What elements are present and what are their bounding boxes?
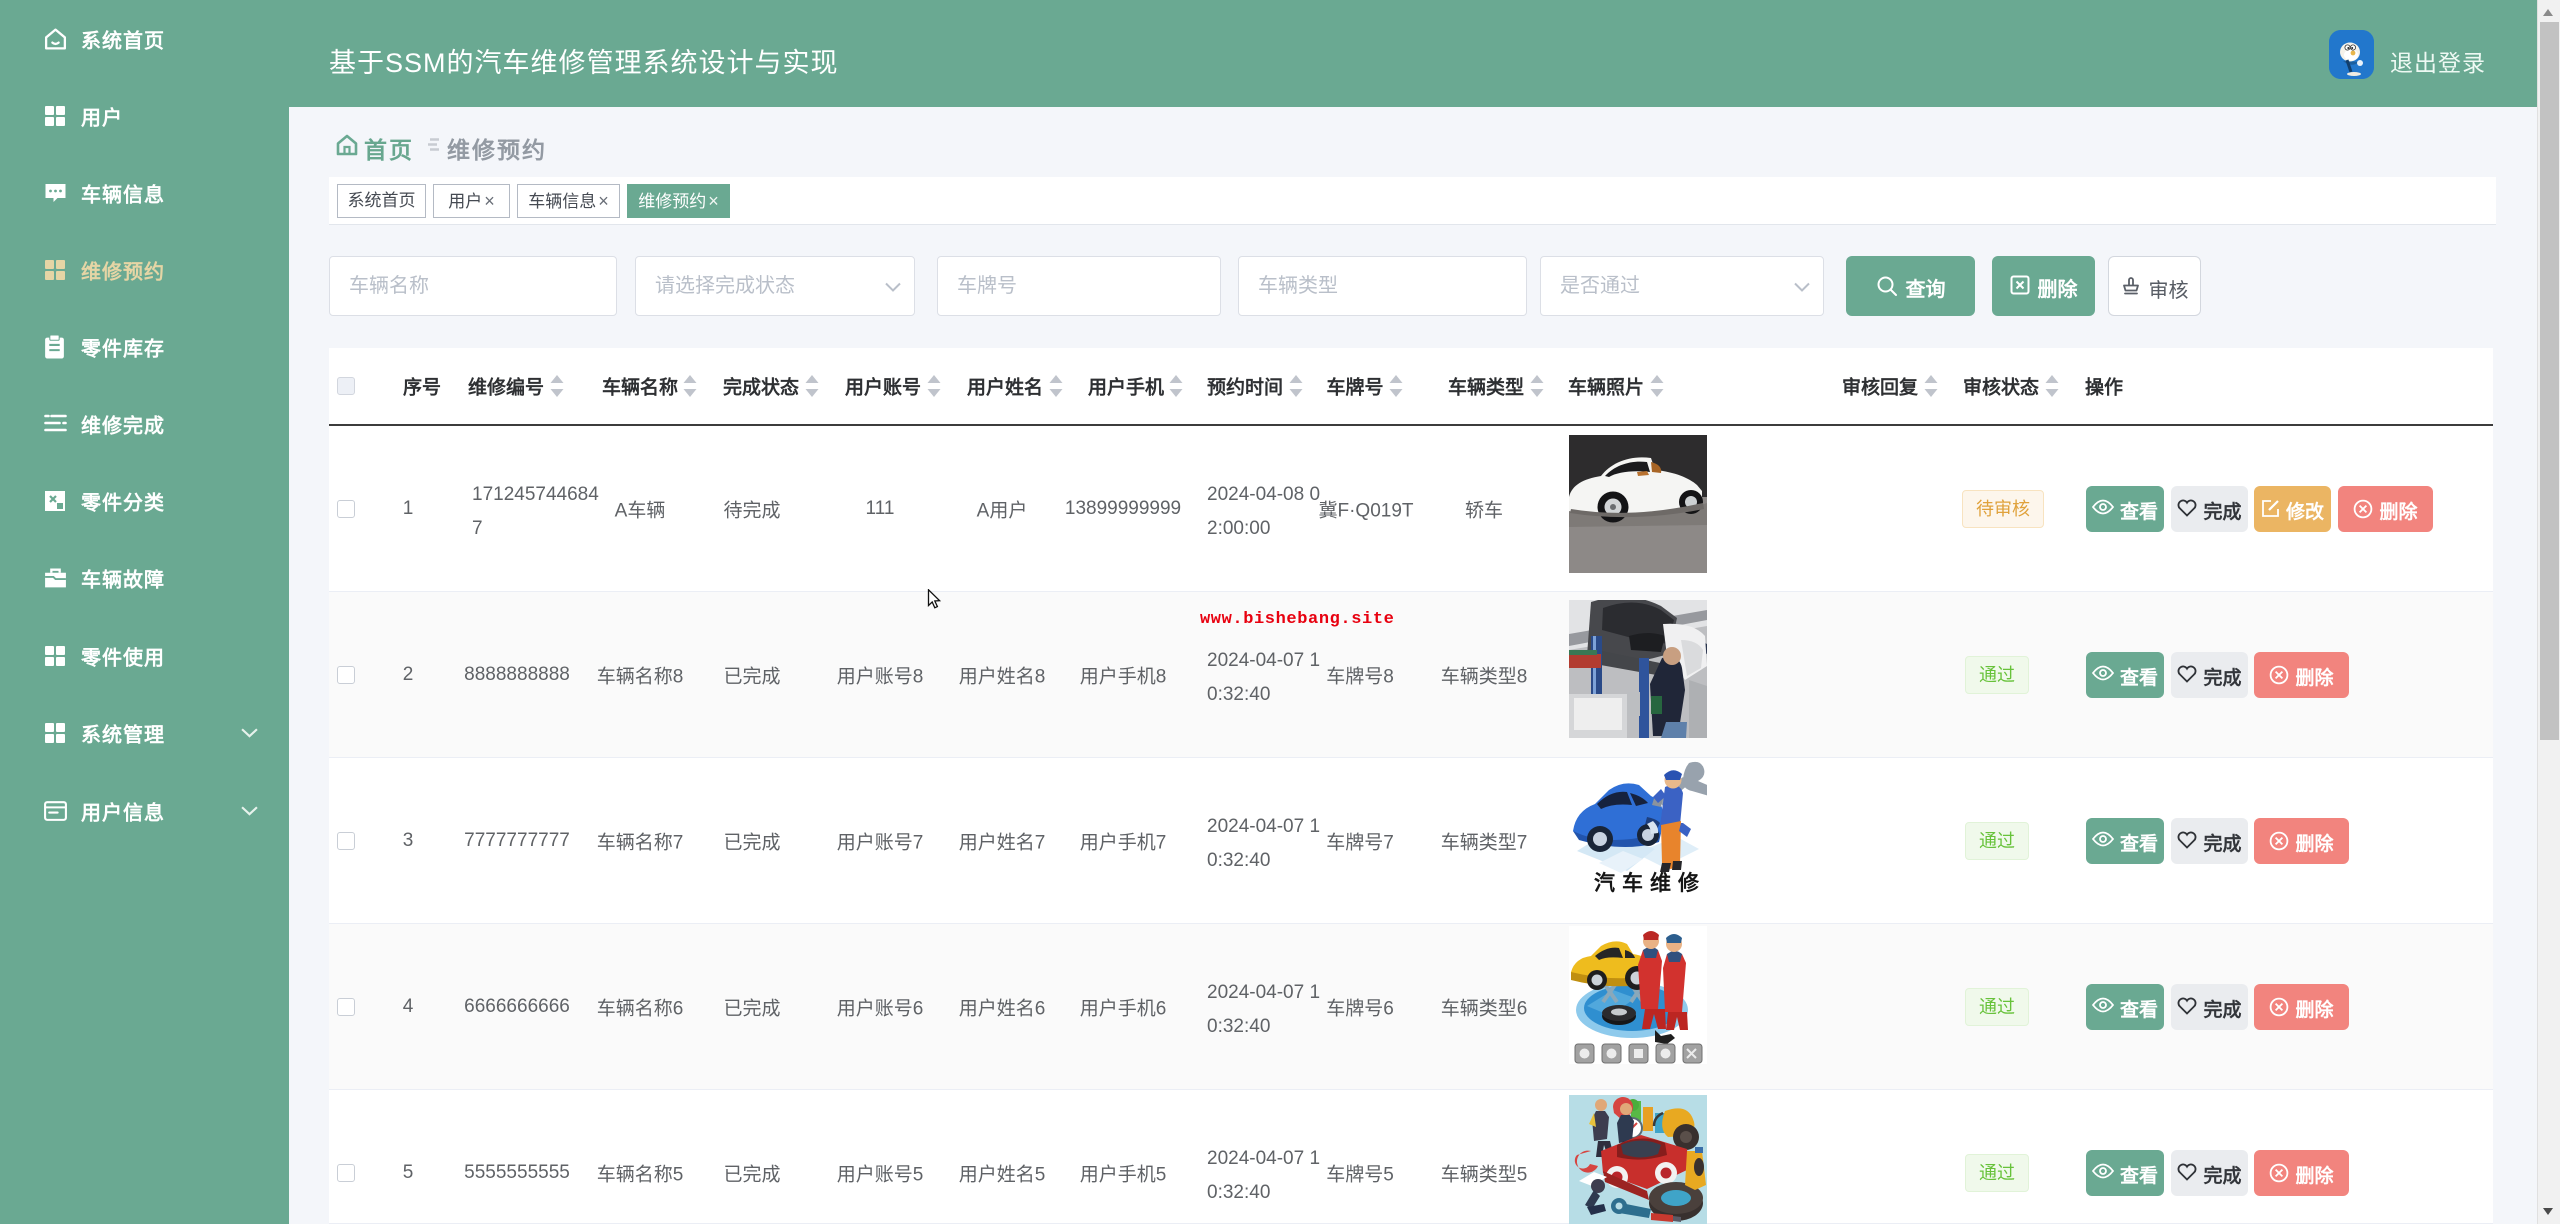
svg-text:汽车维修: 汽车维修 xyxy=(1594,871,1706,895)
